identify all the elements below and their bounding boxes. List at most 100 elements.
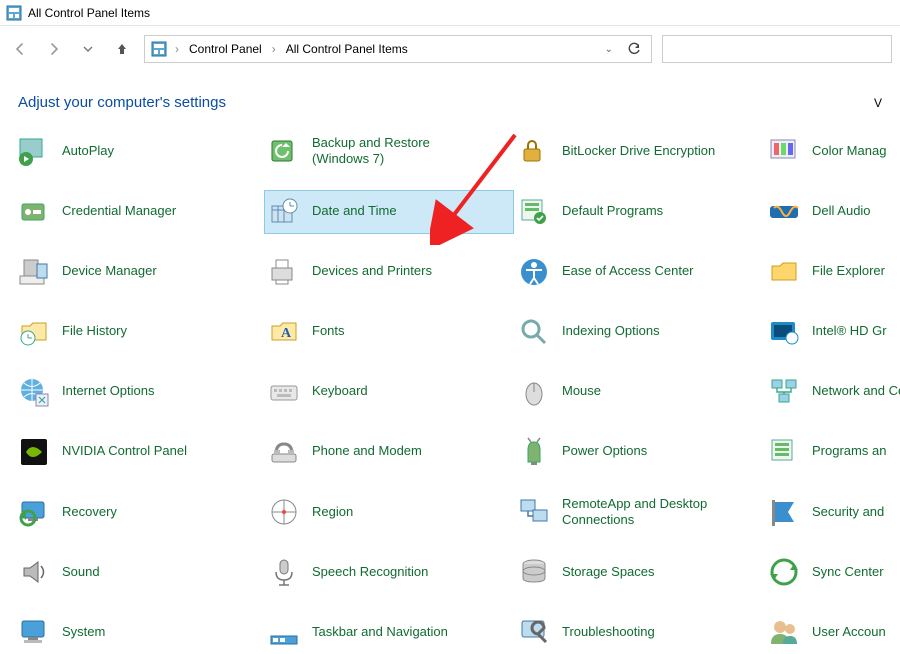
internet-options-icon: [18, 376, 50, 408]
item-label: Region: [312, 504, 353, 520]
item-system[interactable]: System: [14, 610, 264, 654]
item-date-time[interactable]: Date and Time: [264, 190, 514, 234]
item-label: Sync Center: [812, 564, 884, 580]
item-internet-options[interactable]: Internet Options: [14, 370, 264, 414]
fonts-icon: A: [268, 316, 300, 348]
breadcrumb-current[interactable]: All Control Panel Items: [284, 42, 410, 56]
item-file-explorer-options[interactable]: File Explorer: [764, 250, 900, 294]
item-label: Sound: [62, 564, 100, 580]
item-bitlocker[interactable]: BitLocker Drive Encryption: [514, 129, 764, 174]
item-device-manager[interactable]: Device Manager: [14, 250, 264, 294]
intel-graphics-icon: [768, 316, 800, 348]
item-label: Internet Options: [62, 383, 155, 399]
recent-locations-dropdown[interactable]: [76, 37, 100, 61]
devices-printers-icon: [268, 256, 300, 288]
ease-of-access-icon: [518, 256, 550, 288]
region-icon: [268, 496, 300, 528]
date-time-icon: [268, 196, 300, 228]
item-user-accounts[interactable]: User Accoun: [764, 610, 900, 654]
item-label: Network and Center: [812, 383, 900, 399]
search-input[interactable]: [662, 35, 892, 63]
security-maintenance-icon: [768, 496, 800, 528]
chevron-right-icon[interactable]: ›: [268, 42, 280, 56]
file-explorer-icon: [768, 256, 800, 288]
item-intel-hd-graphics[interactable]: Intel® HD Gr: [764, 310, 900, 354]
item-credential-manager[interactable]: Credential Manager: [14, 190, 264, 234]
taskbar-navigation-icon: [268, 616, 300, 648]
item-indexing-options[interactable]: Indexing Options: [514, 310, 764, 354]
address-bar[interactable]: › Control Panel › All Control Panel Item…: [144, 35, 652, 63]
item-label: Fonts: [312, 323, 345, 339]
item-label: Mouse: [562, 383, 601, 399]
item-storage-spaces[interactable]: Storage Spaces: [514, 550, 764, 594]
network-sharing-icon: [768, 376, 800, 408]
item-taskbar-navigation[interactable]: Taskbar and Navigation: [264, 610, 514, 654]
item-label: Devices and Printers: [312, 263, 432, 279]
item-label: User Accoun: [812, 624, 886, 640]
phone-modem-icon: [268, 436, 300, 468]
device-manager-icon: [18, 256, 50, 288]
item-label: Troubleshooting: [562, 624, 655, 640]
up-button[interactable]: [110, 37, 134, 61]
item-color-management[interactable]: Color Manag: [764, 129, 900, 174]
item-power-options[interactable]: Power Options: [514, 430, 764, 474]
item-label: Keyboard: [312, 383, 368, 399]
file-history-icon: [18, 316, 50, 348]
item-label: Power Options: [562, 443, 647, 459]
window-title: All Control Panel Items: [28, 6, 150, 20]
address-dropdown[interactable]: ⌄: [599, 44, 619, 55]
system-icon: [18, 616, 50, 648]
item-dell-audio[interactable]: Dell Audio: [764, 190, 900, 234]
speech-recognition-icon: [268, 556, 300, 588]
item-label: File Explorer: [812, 263, 885, 279]
item-troubleshooting[interactable]: Troubleshooting: [514, 610, 764, 654]
item-label: Security and: [812, 504, 884, 520]
item-label: Credential Manager: [62, 203, 176, 219]
item-autoplay[interactable]: AutoPlay: [14, 129, 264, 174]
chevron-right-icon[interactable]: ›: [171, 42, 183, 56]
item-security-maintenance[interactable]: Security and: [764, 490, 900, 535]
item-fonts[interactable]: A Fonts: [264, 310, 514, 354]
item-sound[interactable]: Sound: [14, 550, 264, 594]
back-button[interactable]: [8, 37, 32, 61]
refresh-button[interactable]: [623, 42, 645, 56]
mouse-icon: [518, 376, 550, 408]
item-label: Indexing Options: [562, 323, 660, 339]
item-sync-center[interactable]: Sync Center: [764, 550, 900, 594]
item-programs-features[interactable]: Programs an: [764, 430, 900, 474]
view-by-hint[interactable]: V: [874, 96, 882, 110]
item-ease-of-access[interactable]: Ease of Access Center: [514, 250, 764, 294]
item-speech-recognition[interactable]: Speech Recognition: [264, 550, 514, 594]
item-default-programs[interactable]: Default Programs: [514, 190, 764, 234]
item-label: System: [62, 624, 105, 640]
item-backup-restore[interactable]: Backup and Restore (Windows 7): [264, 129, 514, 174]
sound-icon: [18, 556, 50, 588]
item-label: AutoPlay: [62, 143, 114, 159]
programs-features-icon: [768, 436, 800, 468]
item-devices-printers[interactable]: Devices and Printers: [264, 250, 514, 294]
control-panel-icon: [151, 41, 167, 57]
item-keyboard[interactable]: Keyboard: [264, 370, 514, 414]
remoteapp-icon: [518, 496, 550, 528]
default-programs-icon: [518, 196, 550, 228]
bitlocker-icon: [518, 135, 550, 167]
sync-center-icon: [768, 556, 800, 588]
power-options-icon: [518, 436, 550, 468]
item-mouse[interactable]: Mouse: [514, 370, 764, 414]
item-label: Storage Spaces: [562, 564, 655, 580]
color-management-icon: [768, 135, 800, 167]
item-file-history[interactable]: File History: [14, 310, 264, 354]
item-phone-modem[interactable]: Phone and Modem: [264, 430, 514, 474]
item-label: RemoteApp and Desktop Connections: [562, 496, 732, 529]
item-nvidia[interactable]: NVIDIA Control Panel: [14, 430, 264, 474]
recovery-icon: [18, 496, 50, 528]
forward-button[interactable]: [42, 37, 66, 61]
item-recovery[interactable]: Recovery: [14, 490, 264, 535]
page-heading: Adjust your computer's settings: [18, 94, 226, 111]
item-label: File History: [62, 323, 127, 339]
item-region[interactable]: Region: [264, 490, 514, 535]
credential-manager-icon: [18, 196, 50, 228]
item-network-sharing[interactable]: Network and Center: [764, 370, 900, 414]
item-remoteapp[interactable]: RemoteApp and Desktop Connections: [514, 490, 764, 535]
breadcrumb-root[interactable]: Control Panel: [187, 42, 264, 56]
